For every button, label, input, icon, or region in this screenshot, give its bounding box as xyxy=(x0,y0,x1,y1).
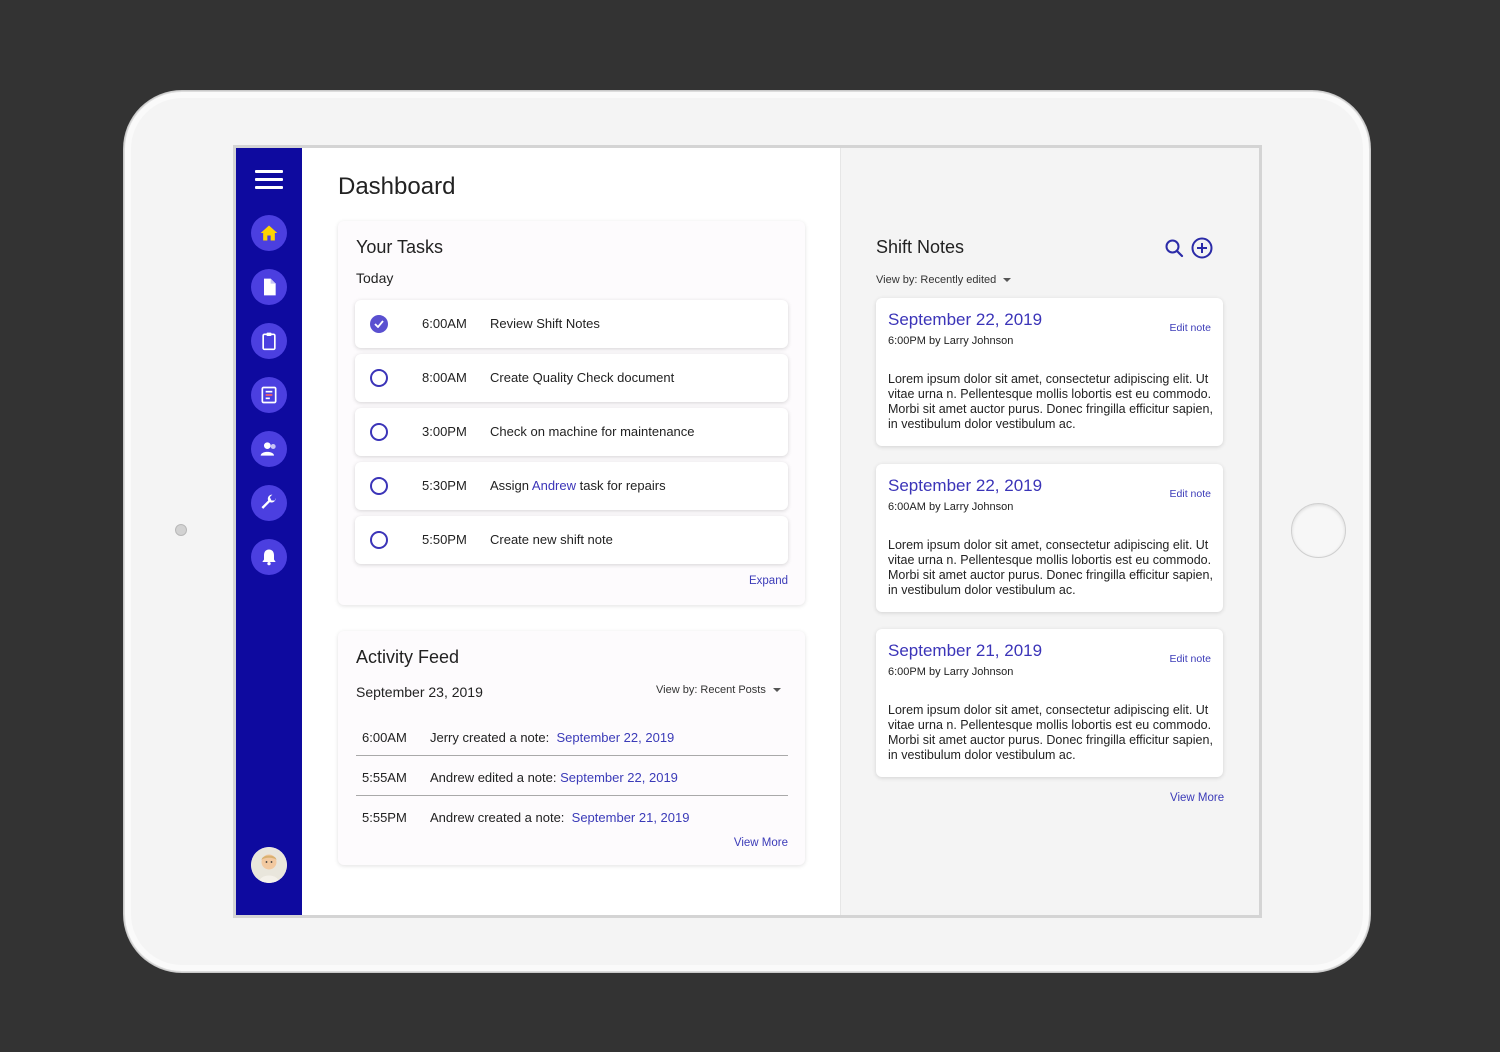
document-icon[interactable] xyxy=(251,269,287,305)
hamburger-icon[interactable] xyxy=(255,170,283,190)
task-time: 5:50PM xyxy=(422,532,467,547)
edit-note-link[interactable]: Edit note xyxy=(1170,488,1211,500)
task-user-link[interactable]: Andrew xyxy=(532,478,576,493)
note-by: by xyxy=(928,666,941,678)
tasks-title: Your Tasks xyxy=(356,237,444,257)
avatar[interactable] xyxy=(251,847,287,883)
home-icon[interactable] xyxy=(251,215,287,251)
note-date: September 22, 2019 xyxy=(888,310,1043,329)
task-time: 8:00AM xyxy=(422,370,467,385)
note-time: 6:00PM xyxy=(888,666,926,678)
unchecked-circle-icon[interactable] xyxy=(370,477,388,495)
edit-note-link[interactable]: Edit note xyxy=(1170,322,1211,334)
tablet-home-button[interactable] xyxy=(1291,503,1346,558)
feed-note-link[interactable]: September 22, 2019 xyxy=(560,770,678,785)
feed-time: 6:00AM xyxy=(362,730,407,745)
note-date: September 21, 2019 xyxy=(888,641,1043,660)
feed-title: Activity Feed xyxy=(356,647,460,667)
caret-down-icon xyxy=(1003,278,1012,283)
note-author: Larry Johnson xyxy=(943,501,1014,513)
main-column: Dashboard Your Tasks Today 6:00AM Review… xyxy=(302,148,840,915)
feed-text-main: Andrew edited a note: xyxy=(430,770,557,785)
task-time: 3:00PM xyxy=(422,424,467,439)
shift-notes-panel: Shift Notes View by: Recently edited Sep… xyxy=(840,148,1259,915)
bell-icon[interactable] xyxy=(251,539,287,575)
note-meta: 6:00PM by Larry Johnson xyxy=(888,666,1013,678)
note-author: Larry Johnson xyxy=(943,335,1014,347)
note-body: Lorem ipsum dolor sit amet, consectetur … xyxy=(888,538,1213,597)
feed-view-by-dropdown[interactable]: View by: Recent Posts xyxy=(656,684,781,696)
task-time: 5:30PM xyxy=(422,478,467,493)
feed-divider xyxy=(356,795,788,796)
app-screen: Dashboard Your Tasks Today 6:00AM Review… xyxy=(233,145,1262,918)
report-icon[interactable] xyxy=(251,377,287,413)
task-item[interactable]: 8:00AM Create Quality Check document xyxy=(355,354,788,402)
task-label: Create new shift note xyxy=(490,532,613,547)
feed-text-main: Andrew created a note: xyxy=(430,810,565,825)
feed-note-link[interactable]: September 22, 2019 xyxy=(556,730,674,745)
task-label: Assign Andrew task for repairs xyxy=(490,478,666,493)
tasks-subtitle: Today xyxy=(356,270,394,286)
feed-text: Jerry created a note: September 22, 2019 xyxy=(430,730,674,745)
task-label: Check on machine for maintenance xyxy=(490,424,695,439)
camera-dot xyxy=(175,524,187,536)
unchecked-circle-icon[interactable] xyxy=(370,369,388,387)
task-item[interactable]: 5:30PM Assign Andrew task for repairs xyxy=(355,462,788,510)
task-item[interactable]: 5:50PM Create new shift note xyxy=(355,516,788,564)
sidebar xyxy=(236,148,302,915)
feed-divider xyxy=(356,755,788,756)
expand-link[interactable]: Expand xyxy=(749,575,788,587)
feed-time: 5:55AM xyxy=(362,770,407,785)
task-label: Create Quality Check document xyxy=(490,370,675,385)
note-body: Lorem ipsum dolor sit amet, consectetur … xyxy=(888,372,1213,431)
feed-time: 5:55PM xyxy=(362,810,407,825)
feed-view-more-link[interactable]: View More xyxy=(734,837,788,849)
shift-note-card[interactable]: September 21, 2019 6:00PM by Larry Johns… xyxy=(876,629,1223,777)
feed-text: Andrew created a note: September 21, 201… xyxy=(430,810,689,825)
unchecked-circle-icon[interactable] xyxy=(370,423,388,441)
wrench-icon[interactable] xyxy=(251,485,287,521)
feed-view-by-label: View by: Recent Posts xyxy=(656,684,766,696)
users-icon[interactable] xyxy=(251,431,287,467)
clipboard-icon[interactable] xyxy=(251,323,287,359)
task-item[interactable]: 3:00PM Check on machine for maintenance xyxy=(355,408,788,456)
add-note-icon[interactable] xyxy=(1191,237,1213,259)
note-meta: 6:00PM by Larry Johnson xyxy=(888,335,1013,347)
note-meta: 6:00AM by Larry Johnson xyxy=(888,501,1013,513)
shift-note-card[interactable]: September 22, 2019 6:00PM by Larry Johns… xyxy=(876,298,1223,446)
unchecked-circle-icon[interactable] xyxy=(370,531,388,549)
note-time: 6:00PM xyxy=(888,335,926,347)
task-label-pre: Assign xyxy=(490,478,532,493)
feed-text: Andrew edited a note: September 22, 2019 xyxy=(430,770,678,785)
edit-note-link[interactable]: Edit note xyxy=(1170,653,1211,665)
shift-notes-title: Shift Notes xyxy=(876,237,965,257)
checked-circle-icon[interactable] xyxy=(370,315,388,333)
search-icon[interactable] xyxy=(1164,238,1184,258)
note-author: Larry Johnson xyxy=(943,666,1014,678)
caret-down-icon xyxy=(772,688,781,693)
note-by: by xyxy=(928,501,941,513)
notes-view-by-label: View by: Recently edited xyxy=(876,274,997,286)
feed-row: 5:55PM Andrew created a note: September … xyxy=(356,798,788,838)
feed-row: 6:00AM Jerry created a note: September 2… xyxy=(356,718,788,758)
tasks-card: Your Tasks Today 6:00AM Review Shift Not… xyxy=(338,221,805,605)
task-item[interactable]: 6:00AM Review Shift Notes xyxy=(355,300,788,348)
notes-view-more-link[interactable]: View More xyxy=(1170,792,1224,804)
feed-text-main: Jerry created a note: xyxy=(430,730,550,745)
task-time: 6:00AM xyxy=(422,316,467,331)
feed-date: September 23, 2019 xyxy=(356,684,483,700)
note-date: September 22, 2019 xyxy=(888,476,1043,495)
notes-view-by-dropdown[interactable]: View by: Recently edited xyxy=(876,274,1012,286)
note-time: 6:00AM xyxy=(888,501,926,513)
task-label-post: task for repairs xyxy=(576,478,666,493)
shift-note-card[interactable]: September 22, 2019 6:00AM by Larry Johns… xyxy=(876,464,1223,612)
page-title: Dashboard xyxy=(338,173,456,200)
note-body: Lorem ipsum dolor sit amet, consectetur … xyxy=(888,703,1213,762)
note-by: by xyxy=(928,335,941,347)
feed-note-link[interactable]: September 21, 2019 xyxy=(572,810,690,825)
feed-row: 5:55AM Andrew edited a note: September 2… xyxy=(356,758,788,798)
task-label: Review Shift Notes xyxy=(490,316,600,331)
activity-feed-card: Activity Feed September 23, 2019 View by… xyxy=(338,631,805,865)
